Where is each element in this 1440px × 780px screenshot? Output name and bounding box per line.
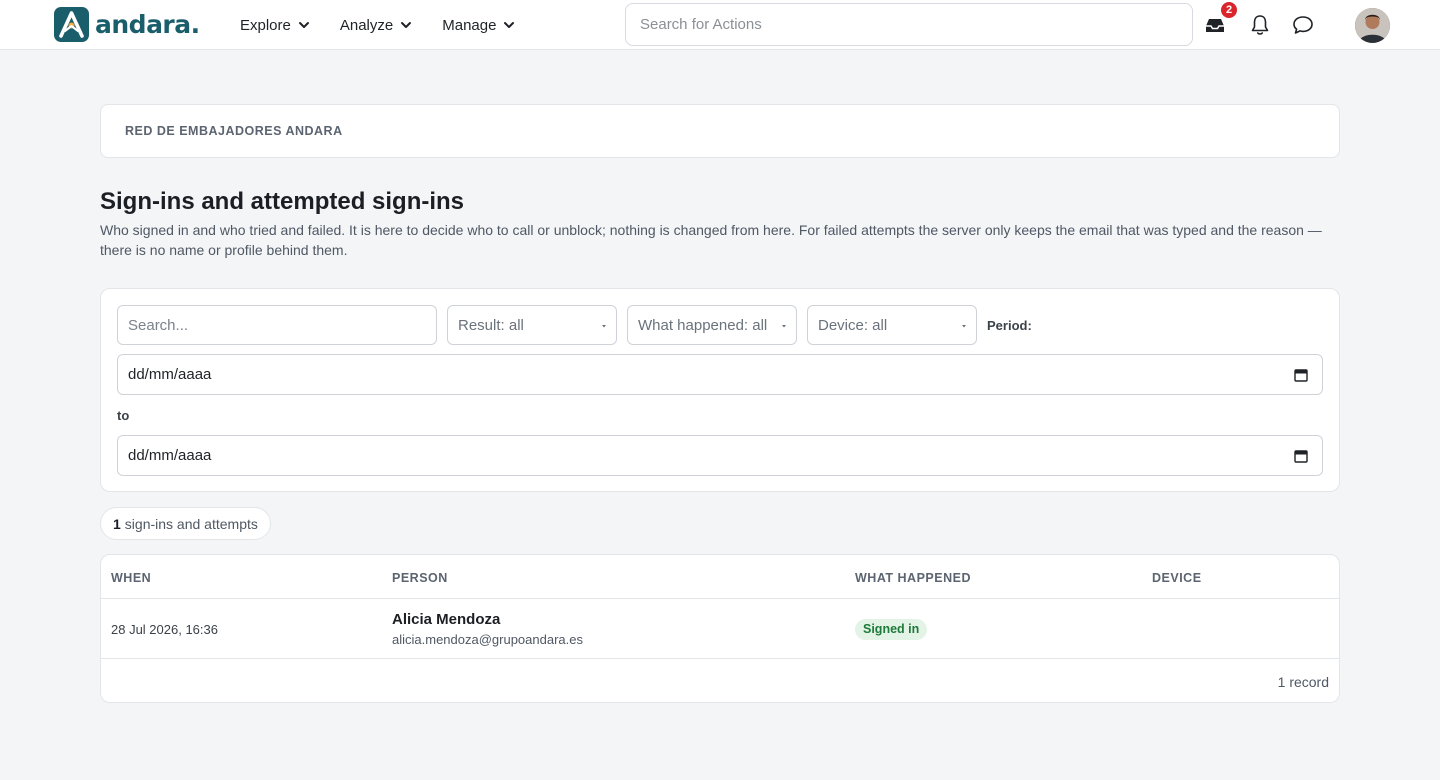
- column-what-happened[interactable]: WHAT HAPPENED: [855, 571, 971, 585]
- cell-person-email: alicia.mendoza@grupoandara.es: [392, 632, 583, 647]
- device-select-value: Device: all: [818, 316, 888, 334]
- result-select-value: Result: all: [458, 316, 524, 334]
- bell-icon[interactable]: [1247, 12, 1273, 38]
- logo-text: andara.: [95, 10, 200, 39]
- nav-analyze-label: Analyze: [339, 16, 394, 34]
- table-row[interactable]: 28 Jul 2026, 16:36 Alicia Mendoza alicia…: [101, 599, 1339, 659]
- date-from-value: dd/mm/aaaa: [128, 366, 212, 383]
- table-header: WHEN PERSON WHAT HAPPENED DEVICE: [101, 555, 1339, 599]
- to-label: to: [117, 408, 130, 423]
- nav-explore[interactable]: Explore: [240, 17, 310, 34]
- results-count: 1 sign-ins and attempts: [100, 507, 271, 540]
- signins-table: WHEN PERSON WHAT HAPPENED DEVICE 28 Jul …: [100, 554, 1340, 703]
- organization-name: RED DE EMBAJADORES ANDARA: [125, 124, 343, 138]
- caret-down-icon: [602, 325, 606, 328]
- result-select[interactable]: Result: all: [447, 305, 617, 345]
- main-nav: Explore Analyze Manage: [240, 0, 545, 50]
- calendar-icon[interactable]: [1294, 368, 1308, 382]
- chevron-down-icon: [504, 22, 515, 28]
- cell-when: 28 Jul 2026, 16:36: [111, 622, 218, 637]
- search-input[interactable]: [117, 305, 437, 345]
- nav-analyze[interactable]: Analyze: [340, 17, 412, 34]
- caret-down-icon: [962, 325, 966, 328]
- avatar[interactable]: [1355, 8, 1390, 43]
- logo-mark-icon: [54, 7, 89, 42]
- results-count-number: 1: [113, 515, 121, 532]
- column-person[interactable]: PERSON: [392, 571, 448, 585]
- what-happened-select-value: What happened: all: [638, 316, 768, 334]
- date-to-input[interactable]: dd/mm/aaaa: [117, 435, 1323, 476]
- record-count: 1 record: [1277, 674, 1329, 690]
- chat-icon[interactable]: [1290, 12, 1316, 38]
- period-label: Period:: [987, 318, 1032, 333]
- chevron-down-icon: [298, 22, 309, 28]
- page-title: Sign-ins and attempted sign-ins: [100, 188, 465, 215]
- nav-manage[interactable]: Manage: [442, 17, 515, 34]
- date-from-input[interactable]: dd/mm/aaaa: [117, 354, 1323, 395]
- cell-person-name: Alicia Mendoza: [392, 611, 501, 628]
- column-when[interactable]: WHEN: [111, 571, 151, 585]
- nav-manage-label: Manage: [442, 16, 497, 34]
- column-device[interactable]: DEVICE: [1152, 571, 1202, 585]
- top-bar: andara. Explore Analyze Manage 2: [0, 0, 1440, 50]
- chevron-down-icon: [401, 22, 412, 28]
- results-count-label: sign-ins and attempts: [124, 515, 258, 532]
- what-happened-select[interactable]: What happened: all: [627, 305, 797, 345]
- filter-panel: Result: all What happened: all Device: a…: [100, 288, 1340, 492]
- inbox-badge: 2: [1221, 2, 1237, 18]
- nav-explore-label: Explore: [240, 16, 291, 34]
- date-to-value: dd/mm/aaaa: [128, 447, 212, 464]
- organization-card: RED DE EMBAJADORES ANDARA: [100, 104, 1340, 158]
- status-badge: Signed in: [855, 619, 928, 640]
- caret-down-icon: [782, 325, 786, 328]
- search-actions-input[interactable]: [625, 3, 1193, 46]
- calendar-icon[interactable]: [1294, 449, 1308, 463]
- page-description: Who signed in and who tried and failed. …: [100, 222, 1322, 258]
- logo[interactable]: andara.: [54, 7, 200, 42]
- device-select[interactable]: Device: all: [807, 305, 977, 345]
